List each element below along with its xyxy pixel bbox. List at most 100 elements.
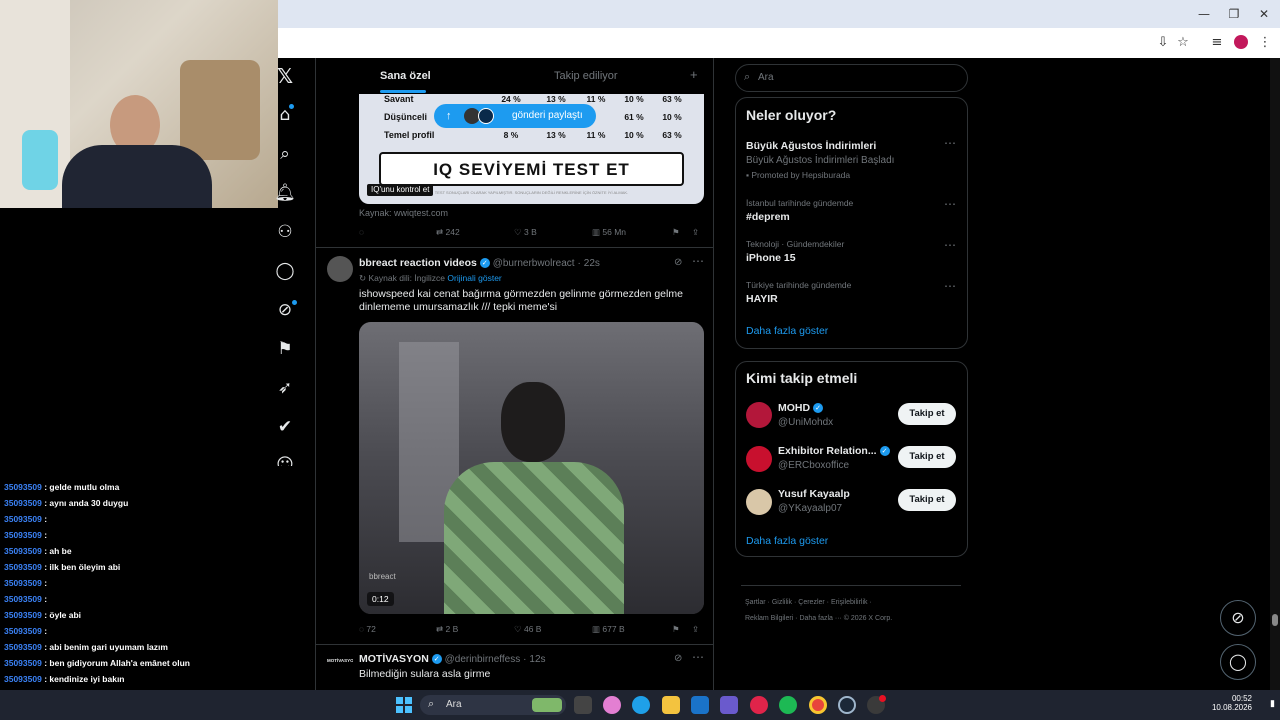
messages-icon[interactable]: ◯ [272, 258, 298, 284]
notification-icon[interactable]: ▮ [1270, 698, 1278, 710]
trend-name[interactable]: iPhone 15 [746, 252, 796, 264]
edge-icon[interactable] [632, 696, 650, 714]
follow-name[interactable]: MOHD [778, 402, 810, 414]
tab-following[interactable]: Takip ediliyor [554, 70, 618, 82]
tweet-more-icon[interactable]: ⋯ [692, 650, 705, 664]
task-view-icon[interactable] [574, 696, 592, 714]
spotify-icon[interactable] [779, 696, 797, 714]
like-button[interactable]: ♡ 3 B [514, 227, 537, 238]
minimize-button[interactable]: — [1196, 6, 1212, 22]
more-menu-icon[interactable]: ⋮ [1256, 34, 1274, 52]
arrow-up-icon: ↑ [446, 110, 452, 122]
scrollbar-thumb[interactable] [1272, 614, 1278, 626]
opera-icon[interactable] [750, 696, 768, 714]
follow-handle[interactable]: @ERCboxoffice [778, 460, 849, 471]
restore-button[interactable]: ❐ [1226, 6, 1242, 22]
repost-button[interactable]: ⇄ 2 B [436, 624, 458, 635]
ad-cell: 8 % [503, 130, 519, 140]
search-icon[interactable]: ⌕ [272, 141, 298, 167]
show-more-trends-link[interactable]: Daha fazla göster [746, 325, 828, 337]
bookmark-star-icon[interactable]: ☆ [1174, 34, 1192, 52]
trend-name[interactable]: #deprem [746, 211, 790, 223]
tweet-header: bbreact reaction videos ✓ @burnerbwolrea… [359, 257, 600, 269]
home-icon[interactable]: ⌂ [272, 102, 298, 128]
grok-notification-dot [292, 300, 297, 305]
tweet-avatar[interactable] [327, 256, 353, 282]
tweet-video[interactable]: bbreact 0:12 [359, 322, 704, 614]
tweet-more-icon[interactable]: ⋯ [692, 254, 705, 268]
x-logo-icon[interactable]: 𝕏 [272, 63, 298, 89]
outlook-icon[interactable] [691, 696, 709, 714]
tweet-time[interactable]: 22s [584, 258, 600, 269]
verified-icon[interactable]: ✔ [272, 414, 298, 440]
trend-name[interactable]: Büyük Ağustos İndirimleri [746, 140, 876, 152]
share-icon[interactable]: ⇪ [692, 227, 699, 238]
steam-icon[interactable] [838, 696, 856, 714]
trend-more-icon[interactable]: ⋯ [944, 197, 957, 211]
notifications-icon[interactable]: 🔔︎ [272, 180, 298, 206]
follow-avatar[interactable] [746, 446, 772, 472]
follow-icon[interactable]: ⚇ [272, 219, 298, 245]
bookmark-icon[interactable]: ⚑ [672, 624, 680, 635]
trend-more-icon[interactable]: ⋯ [944, 238, 957, 252]
follow-handle[interactable]: @YKayaalp07 [778, 503, 842, 514]
share-icon[interactable]: ⇪ [692, 624, 699, 635]
tweet-author-name[interactable]: bbreact reaction videos [359, 257, 477, 269]
trend-more-icon[interactable]: ⋯ [944, 136, 957, 150]
tweet2-avatar[interactable]: MOTİVASYON [327, 654, 353, 668]
footer-links-1[interactable]: Şartlar · Gizlilik · Çerezler · Erişileb… [745, 599, 872, 606]
file-explorer-icon[interactable] [662, 696, 680, 714]
show-original-link[interactable]: Orijinali göster [447, 273, 501, 283]
tweet2-time[interactable]: 12s [529, 654, 545, 665]
taskbar-clock[interactable]: 00:52 10.08.2026 [1206, 694, 1252, 712]
like-button[interactable]: ♡ 46 B [514, 624, 541, 635]
grok-float-button[interactable]: ⊘ [1220, 600, 1256, 636]
profile-avatar[interactable] [1234, 35, 1248, 49]
views-button[interactable]: ▥ 677 B [592, 624, 625, 635]
follow-name[interactable]: Exhibitor Relation... [778, 445, 877, 457]
tweet2-handle[interactable]: @derinbirneffess [445, 654, 521, 665]
follow-avatar[interactable] [746, 489, 772, 515]
tweet2-author-name[interactable]: MOTİVASYON [359, 653, 429, 665]
translate-label: Kaynak dili: İngilizce [368, 273, 446, 283]
teams-icon[interactable] [720, 696, 738, 714]
start-button[interactable] [396, 697, 412, 713]
browser-toolbar [278, 28, 1280, 58]
follow-name[interactable]: Yusuf Kayaalp [778, 488, 850, 500]
follow-button[interactable]: Takip et [898, 489, 956, 511]
trend-name[interactable]: HAYIR [746, 293, 778, 305]
jobs-icon[interactable]: ➶ [272, 375, 298, 401]
bookmarks-icon[interactable]: ⚑ [272, 336, 298, 362]
reply-icon[interactable]: ◌ [359, 227, 364, 237]
search-box[interactable]: ⌕ Ara [735, 64, 968, 92]
tweet-handle[interactable]: @burnerbwolreact [493, 258, 575, 269]
chat-message: 35093509 : [4, 594, 47, 604]
views-button[interactable]: ▥ 56 Mn [592, 227, 626, 238]
tab-for-you[interactable]: Sana özel [380, 70, 431, 82]
share-pill[interactable]: ↑ gönderi paylaştı [434, 104, 596, 128]
follow-handle[interactable]: @UniMohdx [778, 417, 833, 428]
grok-tweet-icon[interactable]: ⊘ [674, 257, 682, 268]
follow-button[interactable]: Takip et [898, 446, 956, 468]
messages-float-button[interactable]: ◯ [1220, 644, 1256, 680]
add-tab-button[interactable]: + [690, 67, 698, 82]
repost-button[interactable]: ⇄ 242 [436, 227, 460, 238]
video-watermark: bbreact [369, 572, 396, 581]
reply-button[interactable]: ◌ 72 [359, 624, 376, 634]
install-app-icon[interactable]: ⇩ [1154, 34, 1172, 52]
bookmark-icon[interactable]: ⚑ [672, 227, 680, 238]
follow-button[interactable]: Takip et [898, 403, 956, 425]
media-queue-icon[interactable]: ≡ [1208, 34, 1226, 52]
chat-username: 35093509 [4, 498, 42, 508]
footer-links-2[interactable]: Reklam Bilgileri · Daha fazla ··· © 2026… [745, 615, 892, 622]
copilot-icon[interactable] [603, 696, 621, 714]
grok-tweet-icon[interactable]: ⊘ [674, 653, 682, 664]
ad-source[interactable]: Kaynak: wwiqtest.com [359, 208, 448, 218]
page-scrollbar[interactable] [1270, 58, 1280, 690]
follow-avatar[interactable] [746, 402, 772, 428]
close-button[interactable]: ✕ [1256, 6, 1272, 22]
taskbar-search[interactable]: ⌕ Ara [420, 695, 566, 715]
trend-more-icon[interactable]: ⋯ [944, 279, 957, 293]
show-more-follows-link[interactable]: Daha fazla göster [746, 535, 828, 547]
chrome-icon[interactable] [809, 696, 827, 714]
